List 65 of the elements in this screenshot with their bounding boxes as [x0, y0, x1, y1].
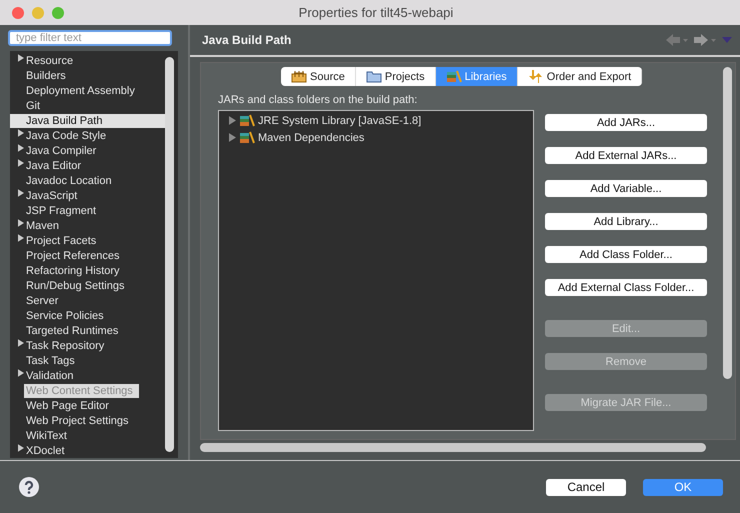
- tab[interactable]: Order and Export: [518, 67, 642, 86]
- category-item[interactable]: Service Policies: [26, 308, 107, 322]
- expand-triangle-icon[interactable]: [18, 369, 24, 377]
- expand-triangle-icon[interactable]: [18, 54, 24, 62]
- tab[interactable]: Projects: [356, 67, 436, 86]
- category-item[interactable]: Run/Debug Settings: [26, 278, 128, 292]
- books-icon: [239, 114, 255, 127]
- category-item[interactable]: Targeted Runtimes: [26, 324, 122, 338]
- category-item[interactable]: Task Repository: [26, 338, 108, 352]
- expand-triangle-icon[interactable]: [229, 133, 236, 142]
- expand-triangle-icon[interactable]: [18, 219, 24, 227]
- library-entry[interactable]: JRE System Library [JavaSE-1.8]: [258, 114, 422, 126]
- expand-triangle-icon[interactable]: [18, 444, 24, 452]
- category-item[interactable]: Git: [26, 98, 44, 112]
- expand-triangle-icon[interactable]: [18, 159, 24, 167]
- category-item[interactable]: Java Build Path: [10, 114, 165, 128]
- category-item[interactable]: Web Page Editor: [26, 398, 112, 412]
- category-item[interactable]: Task Tags: [26, 354, 78, 368]
- window-title: Properties for tilt45-webapi: [298, 5, 454, 20]
- library-entry[interactable]: Maven Dependencies: [258, 132, 364, 144]
- package-icon: [291, 70, 307, 83]
- books-icon: [239, 131, 255, 144]
- category-item[interactable]: Project References: [26, 248, 123, 262]
- category-item[interactable]: Java Compiler: [26, 144, 100, 158]
- expand-triangle-icon[interactable]: [18, 234, 24, 242]
- action-button[interactable]: Add Class Folder...: [545, 246, 707, 263]
- scrollbar[interactable]: [200, 443, 706, 452]
- expand-triangle-icon[interactable]: [18, 144, 24, 152]
- filter-field[interactable]: type filter text: [8, 30, 172, 46]
- action-button[interactable]: Add External Class Folder...: [545, 279, 707, 296]
- folder-icon: [366, 70, 382, 83]
- forward-arrow-icon[interactable]: [694, 34, 716, 46]
- help-icon[interactable]: [19, 477, 39, 497]
- section-caption: JARs and class folders on the build path:: [218, 94, 418, 106]
- category-item[interactable]: Java Editor: [26, 158, 84, 172]
- category-item[interactable]: JavaScript: [26, 188, 80, 202]
- category-item[interactable]: Validation: [26, 368, 76, 382]
- expand-triangle-icon[interactable]: [18, 189, 24, 197]
- action-button[interactable]: Add JARs...: [545, 114, 707, 131]
- cancel-button[interactable]: Cancel: [546, 478, 626, 496]
- category-item[interactable]: Resource: [26, 54, 76, 68]
- category-item[interactable]: Javadoc Location: [26, 174, 115, 188]
- page-title: Java Build Path: [202, 33, 292, 47]
- up-down-arrows-icon: [528, 70, 544, 83]
- tab[interactable]: Source: [281, 67, 356, 86]
- expand-triangle-icon[interactable]: [18, 129, 24, 137]
- scrollbar[interactable]: [165, 57, 174, 452]
- category-item[interactable]: Java Code Style: [26, 128, 110, 142]
- expand-triangle-icon[interactable]: [229, 116, 236, 125]
- category-item[interactable]: Web Project Settings: [26, 414, 132, 428]
- category-item[interactable]: Maven: [26, 218, 62, 232]
- category-item[interactable]: Deployment Assembly: [26, 84, 138, 98]
- action-button[interactable]: Add Library...: [545, 213, 707, 230]
- category-item[interactable]: JSP Fragment: [26, 204, 100, 218]
- category-item[interactable]: Refactoring History: [26, 264, 123, 278]
- action-button[interactable]: Add External JARs...: [545, 147, 707, 164]
- category-item[interactable]: Server: [26, 294, 62, 308]
- books-icon: [446, 70, 462, 83]
- action-button[interactable]: Add Variable...: [545, 180, 707, 197]
- expand-triangle-icon[interactable]: [18, 339, 24, 347]
- category-item[interactable]: WikiText: [26, 428, 70, 442]
- category-item[interactable]: Project Facets: [26, 234, 100, 248]
- scrollbar[interactable]: [723, 67, 732, 379]
- category-item[interactable]: XDoclet: [26, 444, 68, 458]
- category-item[interactable]: Builders: [26, 68, 69, 82]
